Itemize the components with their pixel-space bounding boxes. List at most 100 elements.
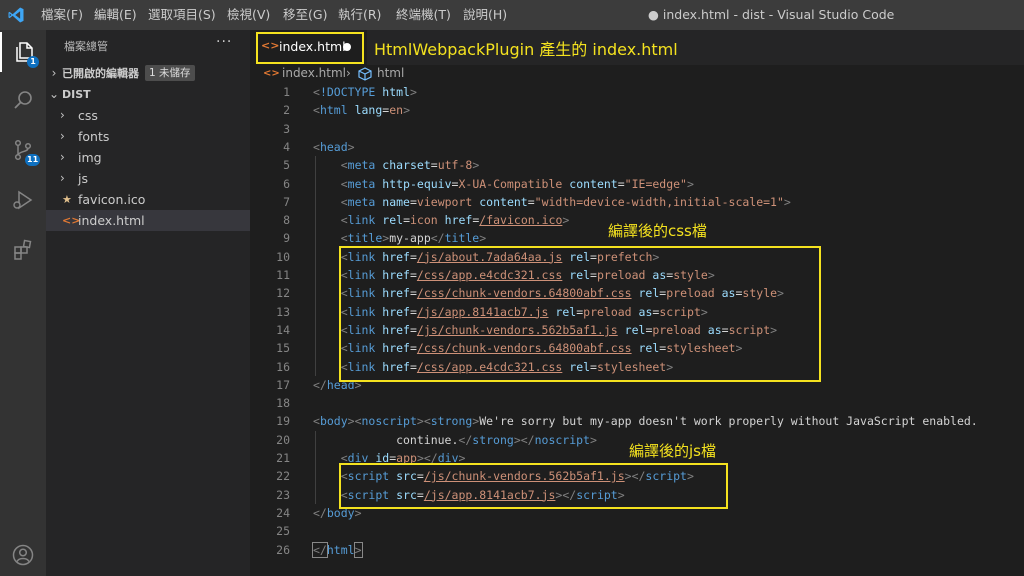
code-line: </html>: [312, 541, 363, 558]
chevron-right-icon: ›: [60, 129, 65, 143]
chevron-right-icon: ›: [346, 66, 351, 80]
code-line: continue.</strong></noscript>: [313, 432, 597, 447]
code-line: <meta name=viewport content="width=devic…: [340, 194, 791, 209]
chevron-right-icon: ›: [60, 108, 65, 122]
vscode-logo-icon: [8, 7, 24, 23]
js-annotation: 編譯後的js檔: [629, 442, 716, 460]
open-editors-label: 已開啟的編輯器: [62, 67, 139, 80]
chevron-down-icon: ⌄: [48, 87, 60, 101]
breadcrumb-symbol[interactable]: html: [377, 66, 404, 80]
code-line: <body><noscript><strong>We're sorry but …: [313, 414, 978, 429]
folder-label: DIST: [62, 88, 91, 101]
code-line: <html lang=en>: [313, 103, 411, 118]
plugin-annotation: HtmlWebpackPlugin 產生的 index.html: [374, 40, 678, 59]
search-activity-button[interactable]: [0, 80, 46, 120]
chevron-right-icon: ›: [60, 171, 65, 185]
tree-item-favicon[interactable]: ★ favicon.ico: [46, 189, 250, 210]
search-icon: [14, 91, 32, 109]
tree-item-label: css: [78, 108, 98, 123]
code-line: <title>my-app</title>: [340, 231, 487, 246]
line-number: 8: [283, 213, 290, 228]
line-number: 2: [283, 103, 290, 118]
menu-terminal[interactable]: 終端機(T): [396, 0, 451, 30]
css-annotation: 編譯後的css檔: [608, 222, 707, 240]
extensions-icon: [14, 239, 32, 260]
window-title: ● index.html - dist - Visual Studio Code: [648, 7, 895, 22]
breadcrumb-file[interactable]: index.html: [282, 66, 346, 80]
line-number: 12: [276, 286, 290, 301]
tree-item-js[interactable]: › js: [46, 168, 250, 189]
explorer-activity-button[interactable]: 1: [0, 32, 46, 72]
line-number: 17: [276, 377, 290, 392]
tree-item-label: index.html: [78, 213, 145, 228]
code-line: <head>: [313, 139, 355, 154]
activity-bar: 1 11: [0, 30, 46, 576]
css-highlight-box: [339, 246, 821, 382]
line-number: 24: [276, 505, 290, 520]
tree-item-label: js: [78, 171, 88, 186]
menu-go[interactable]: 移至(G): [283, 0, 327, 30]
line-number: 7: [283, 194, 290, 209]
menu-help[interactable]: 說明(H): [463, 0, 507, 30]
line-number: 23: [276, 487, 290, 502]
line-number: 4: [283, 139, 290, 154]
line-number: 26: [276, 542, 290, 557]
html-file-icon: <>: [263, 68, 280, 79]
code-line: <meta charset=utf-8>: [340, 158, 480, 173]
tab-highlight-box: [256, 32, 364, 64]
explorer-sidebar: 檔案總管 ··· › 已開啟的編輯器 1 未儲存 ⌄ DIST › css › fon…: [46, 30, 250, 576]
unsaved-badge: 1 未儲存: [145, 65, 195, 81]
account-icon: [12, 544, 34, 566]
line-number: 21: [276, 451, 290, 465]
chevron-right-icon: ›: [51, 66, 57, 80]
tree-item-label: favicon.ico: [78, 192, 146, 207]
explorer-badge: 1: [27, 56, 39, 68]
line-number: 9: [283, 231, 290, 246]
code-line: <meta http-equiv=X-UA-Compatible content…: [340, 176, 694, 191]
line-number: 15: [276, 341, 290, 356]
dist-folder-section[interactable]: ⌄ DIST: [46, 83, 250, 105]
line-number: 16: [276, 359, 290, 374]
code-line: <link rel=icon href=/favicon.ico>: [340, 213, 570, 228]
source-control-badge: 11: [25, 154, 41, 166]
line-number: 22: [276, 469, 290, 484]
more-actions-icon[interactable]: ···: [216, 34, 232, 50]
line-number: 13: [276, 304, 290, 319]
menu-run[interactable]: 執行(R): [338, 0, 381, 30]
run-debug-icon: [13, 190, 33, 210]
tree-item-label: img: [78, 150, 102, 165]
open-editors-section[interactable]: › 已開啟的編輯器 1 未儲存: [46, 62, 250, 84]
tree-item-index-html[interactable]: <> index.html: [46, 210, 250, 231]
line-number: 19: [276, 414, 290, 429]
tree-item-fonts[interactable]: › fonts: [46, 126, 250, 147]
js-highlight-box: [339, 463, 728, 509]
line-number: 18: [276, 396, 290, 411]
title-bar: 檔案(F) 編輯(E) 選取項目(S) 檢視(V) 移至(G) 執行(R) 終端…: [0, 0, 1024, 30]
tree-item-label: fonts: [78, 129, 110, 144]
line-number: 5: [283, 158, 290, 173]
line-number: 1: [283, 85, 290, 99]
symbol-element-icon: [358, 67, 372, 84]
breadcrumb: <> index.html › html: [250, 65, 1024, 83]
tree-item-css[interactable]: › css: [46, 105, 250, 126]
sidebar-title: 檔案總管: [64, 40, 108, 53]
line-number: 11: [276, 268, 290, 282]
line-number: 25: [276, 524, 290, 539]
line-number: 14: [276, 322, 290, 337]
menu-view[interactable]: 檢視(V): [227, 0, 270, 30]
run-debug-activity-button[interactable]: [0, 180, 46, 220]
line-number: 6: [283, 176, 290, 191]
star-icon: ★: [62, 193, 72, 206]
tree-item-img[interactable]: › img: [46, 147, 250, 168]
menu-edit[interactable]: 編輯(E): [94, 0, 137, 30]
code-line: <!DOCTYPE html>: [313, 85, 417, 99]
line-number: 3: [283, 121, 290, 136]
source-control-activity-button[interactable]: 11: [0, 130, 46, 170]
accounts-activity-button[interactable]: [0, 535, 46, 575]
menu-file[interactable]: 檔案(F): [41, 0, 83, 30]
line-number: 20: [276, 432, 290, 447]
menu-selection[interactable]: 選取項目(S): [148, 0, 216, 30]
line-number: 10: [276, 249, 290, 264]
extensions-activity-button[interactable]: [0, 230, 46, 270]
chevron-right-icon: ›: [60, 150, 65, 164]
